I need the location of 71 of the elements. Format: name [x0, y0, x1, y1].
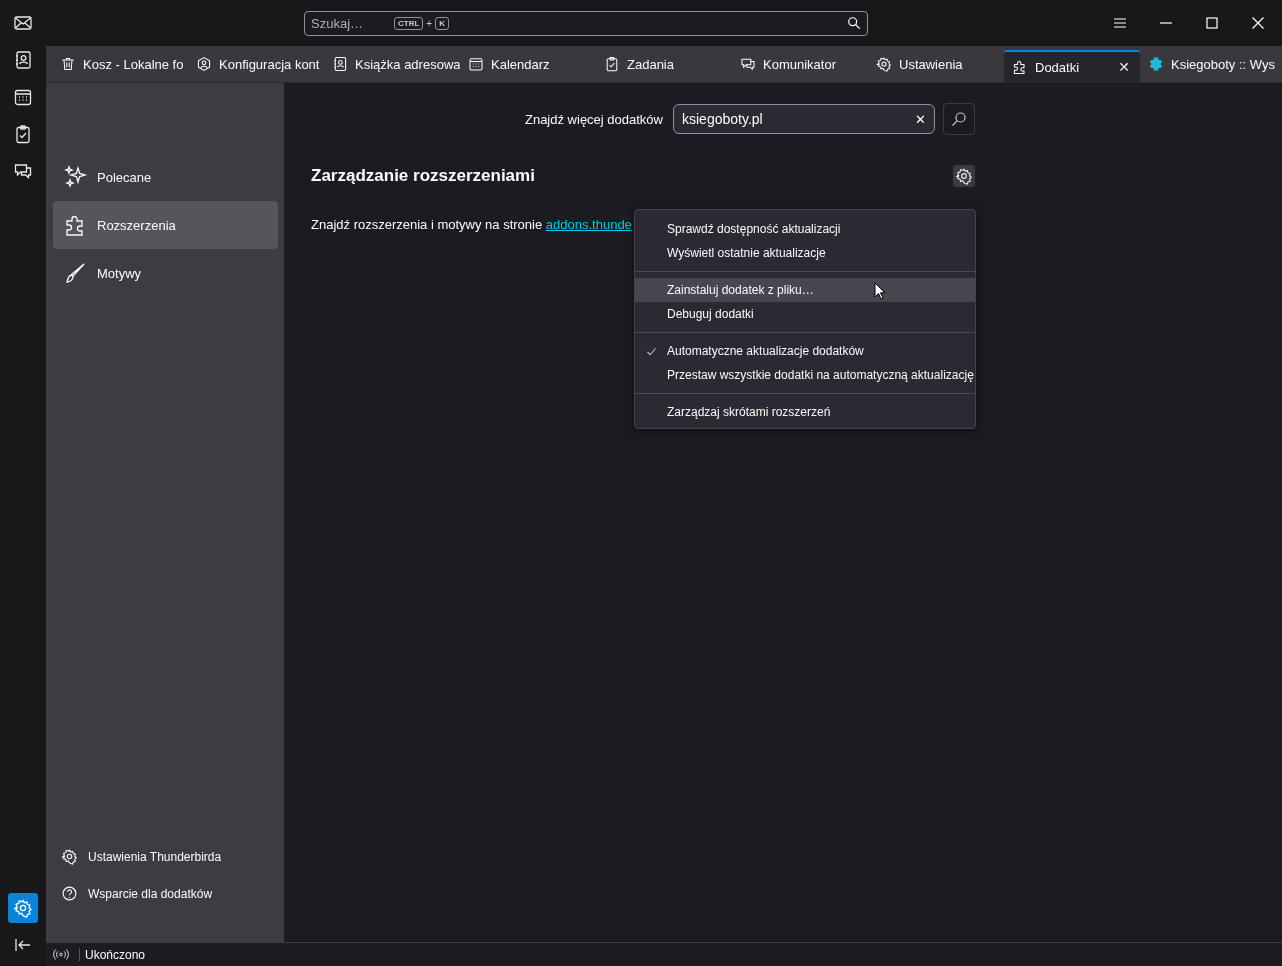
tab[interactable]: Konfiguracja kont [188, 46, 324, 82]
chat-bubbles-icon [740, 56, 756, 72]
tab-label: Ksiegoboty :: Wys [1171, 56, 1275, 72]
calendar-icon [13, 87, 33, 107]
addon-search-field[interactable]: ksiegoboty.pl ✕ [673, 104, 935, 134]
gear-icon [955, 167, 973, 185]
tab[interactable]: Ustawienia [868, 46, 1004, 82]
search-input[interactable]: Szukaj… [311, 15, 391, 31]
menu-item[interactable]: Automatyczne aktualizacje dodatków [635, 339, 975, 363]
menu-item[interactable]: Zarządzaj skrótami rozszerzeń [635, 400, 975, 424]
search-button[interactable] [943, 103, 975, 135]
mail-icon [13, 13, 33, 33]
tab-label: Kosz - Lokalne fo [83, 56, 184, 72]
status-text: Ukończono [85, 947, 146, 962]
sidebar-item[interactable]: Rozszerzenia [53, 201, 278, 249]
menu-item[interactable]: Przestaw wszystkie dodatki na automatyczną aktualizację [635, 363, 975, 387]
sparkle-icon [64, 165, 88, 189]
menu-item[interactable]: Sprawdź dostępność aktualizacji [635, 217, 975, 241]
search-icon [847, 16, 861, 30]
clipboard-check-icon [604, 56, 620, 72]
mouse-cursor-icon [874, 282, 886, 300]
help-icon [61, 885, 78, 902]
page-heading: Zarządzanie rozszerzeniami [311, 166, 535, 186]
search-icon [951, 111, 967, 127]
tab-label: Konfiguracja kont [219, 56, 320, 72]
calendar-icon [468, 56, 484, 72]
tab[interactable]: Kalendarz [460, 46, 596, 82]
tab[interactable]: Dodatki ✕ [1004, 50, 1140, 82]
tab[interactable]: Komunikator [732, 46, 868, 82]
trash-icon [60, 56, 76, 72]
tab-label: Zadania [627, 56, 674, 72]
tab[interactable]: Zadania [596, 46, 732, 82]
checkmark-icon [645, 345, 657, 357]
menu-icon[interactable] [1112, 15, 1128, 31]
tab-label: Komunikator [763, 56, 836, 72]
search-field[interactable]: Szukaj… CTRL + K [304, 10, 868, 36]
menu-item[interactable]: Wyświetl ostatnie aktualizacje [635, 241, 975, 265]
address-book-icon [13, 50, 33, 70]
tab[interactable]: Książka adresowa [324, 46, 460, 82]
settings-button[interactable] [953, 165, 975, 187]
gear-icon [13, 898, 33, 918]
clipboard-check-icon [13, 124, 33, 144]
key-hint: K [435, 16, 449, 30]
sidebar-label: Motywy [97, 265, 142, 281]
chat-bubbles-icon [13, 161, 33, 181]
tab[interactable]: Kosz - Lokalne fo [52, 46, 188, 82]
tab-label: Kalendarz [491, 56, 550, 72]
account-icon [196, 56, 212, 72]
sidebar-item[interactable]: Polecane [53, 153, 278, 201]
menu-item[interactable]: Zainstaluj dodatek z pliku… [635, 278, 975, 302]
tab[interactable]: Ksiegoboty :: Wys [1140, 46, 1276, 82]
gear-icon [876, 56, 892, 72]
maximize-icon[interactable] [1204, 15, 1220, 31]
sidebar-link[interactable]: Ustawienia Thunderbirda [61, 848, 278, 865]
address-book-icon [332, 56, 348, 72]
sidebar-link[interactable]: Wsparcie dla dodatków [61, 885, 278, 902]
tab-label: Dodatki [1035, 59, 1080, 75]
tab-close-button[interactable]: ✕ [1116, 59, 1132, 75]
sidebar-label: Rozszerzenia [97, 217, 176, 233]
find-more-label: Znajdź więcej dodatków [524, 111, 663, 127]
sidebar-item[interactable]: Motywy [53, 249, 278, 297]
tab-label: Książka adresowa [355, 56, 460, 72]
clear-button[interactable]: ✕ [915, 111, 926, 127]
close-icon[interactable] [1250, 15, 1266, 31]
menu-item[interactable]: Debuguj dodatki [635, 302, 975, 326]
key-hint: CTRL [394, 16, 424, 30]
key-hint: + [426, 17, 433, 29]
gear-icon [61, 848, 78, 865]
sidebar-label: Polecane [97, 169, 152, 185]
tab-label: Ustawienia [899, 56, 963, 72]
addons-link[interactable]: addons.thunde [545, 217, 632, 232]
